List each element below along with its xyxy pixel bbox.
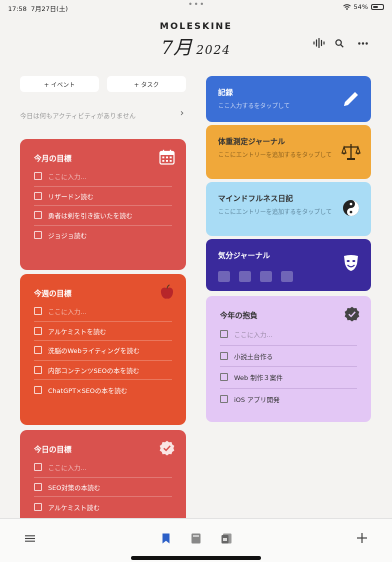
- mask-icon: [344, 255, 358, 271]
- weight-title: 体重測定ジャーナル: [218, 137, 286, 146]
- chart-icon: [281, 271, 293, 282]
- goal-item[interactable]: アルケミストを読む: [34, 322, 172, 341]
- notebook-icon[interactable]: [219, 531, 233, 545]
- goal-input-row[interactable]: ここに入力...: [34, 302, 172, 322]
- activity-row[interactable]: 今日は何もアクティビティがありません ›: [20, 108, 186, 120]
- bottom-toolbar: [0, 518, 392, 562]
- goal-input-row[interactable]: ここに入力...: [220, 324, 357, 346]
- goal-input-row[interactable]: ここに入力...: [34, 458, 172, 478]
- week-goal-card[interactable]: 今週の目標 ここに入力... アルケミストを読む 洗脳のWebライティングを読む…: [20, 274, 186, 425]
- menu-icon[interactable]: [23, 531, 37, 545]
- checkbox[interactable]: [34, 463, 42, 472]
- checkbox[interactable]: [220, 330, 228, 339]
- chevron-right-icon: ›: [180, 108, 184, 119]
- battery-icon: [371, 4, 384, 10]
- bookmark-icon[interactable]: [159, 531, 173, 545]
- goal-item[interactable]: 小説土台作る: [220, 346, 357, 367]
- status-bar: 17:58 7月27日(土) ••• 54%: [0, 0, 392, 14]
- status-right: 54%: [342, 3, 384, 11]
- goal-input-row[interactable]: ここに入力...: [34, 167, 172, 187]
- add-task-button[interactable]: + タスク: [107, 76, 186, 92]
- record-journal-card[interactable]: 記録 ここ入力するをタップして: [206, 76, 371, 122]
- mindful-title: マインドフルネス日記: [218, 194, 293, 203]
- goal-item[interactable]: ChatGPT×SEOの本を読む: [34, 380, 172, 400]
- more-icon[interactable]: [356, 36, 370, 50]
- mood-journal-card[interactable]: 気分ジャーナル: [206, 239, 371, 291]
- goal-item[interactable]: SEO対策の本読む: [34, 478, 172, 497]
- checkbox[interactable]: [220, 395, 228, 404]
- checkbox[interactable]: [220, 351, 228, 360]
- record-subtitle: ここ入力するをタップして: [218, 103, 290, 110]
- search-icon[interactable]: [332, 36, 346, 50]
- check-badge-icon: [159, 440, 175, 456]
- day-goal-card[interactable]: 今日の目標 ここに入力... SEO対策の本読む アルケミスト読む: [20, 430, 186, 526]
- checkbox[interactable]: [34, 502, 42, 511]
- checkbox[interactable]: [34, 191, 42, 200]
- checkbox[interactable]: [34, 172, 42, 181]
- activity-text: 今日は何もアクティビティがありません: [20, 112, 136, 120]
- checkbox[interactable]: [34, 211, 42, 220]
- record-title: 記録: [218, 88, 233, 97]
- year-goal-title: 今年の抱負: [220, 311, 258, 320]
- weight-subtitle: ここにエントリーを追加するをタップして: [218, 152, 332, 159]
- check-badge-icon: [344, 306, 360, 322]
- brand-logo: MOLESKINE: [159, 22, 233, 32]
- week-goal-title: 今週の目標: [34, 289, 72, 298]
- year-label: 2024: [196, 43, 231, 57]
- multitask-dots[interactable]: •••: [188, 0, 205, 9]
- goal-item[interactable]: アルケミスト読む: [34, 497, 172, 517]
- heart-icon: [218, 271, 230, 282]
- wifi-icon: [342, 4, 351, 10]
- checkbox[interactable]: [34, 307, 42, 316]
- add-icon[interactable]: [355, 531, 369, 545]
- battery-percent: 54%: [353, 3, 368, 11]
- month-goal-card[interactable]: 今月の目標 ここに入力... リザードン読む 勇者は剣を引き抜いたを読む ジョジ…: [20, 139, 186, 270]
- add-event-button[interactable]: + イベント: [20, 76, 99, 92]
- month-label: 7月: [161, 37, 193, 59]
- mindfulness-journal-card[interactable]: マインドフルネス日記 ここにエントリーを追加するをタップして: [206, 182, 371, 236]
- year-goal-card[interactable]: 今年の抱負 ここに入力... 小説土台作る Web 制作３案件 iOS アプリ開…: [206, 296, 371, 422]
- mood-stats: [218, 271, 359, 282]
- month-goal-title: 今月の目標: [34, 154, 72, 163]
- home-indicator[interactable]: [131, 556, 261, 560]
- checkbox[interactable]: [220, 373, 228, 382]
- goal-item[interactable]: リザードン読む: [34, 187, 172, 206]
- mood-title: 気分ジャーナル: [218, 251, 271, 260]
- goal-item[interactable]: ジョジョ読む: [34, 226, 172, 246]
- mindful-subtitle: ここにエントリーを追加するをタップして: [218, 209, 332, 216]
- grid-icon: [239, 271, 251, 282]
- pen-icon: [344, 92, 358, 106]
- badge-icon: [260, 271, 272, 282]
- status-time: 17:58 7月27日(土): [8, 5, 68, 13]
- goal-item[interactable]: 内部コンテンツSEOの本を読む: [34, 361, 172, 380]
- weight-journal-card[interactable]: 体重測定ジャーナル ここにエントリーを追加するをタップして: [206, 125, 371, 179]
- checkbox[interactable]: [34, 346, 42, 355]
- checkbox[interactable]: [34, 231, 42, 240]
- apple-icon: [160, 284, 174, 299]
- checkbox[interactable]: [34, 365, 42, 374]
- scale-icon: [341, 144, 361, 160]
- book-icon[interactable]: [189, 531, 203, 545]
- header: MOLESKINE 7月 2024: [0, 16, 392, 66]
- goal-item[interactable]: 勇者は剣を引き抜いたを読む: [34, 206, 172, 226]
- day-goal-title: 今日の目標: [34, 445, 72, 454]
- calendar-icon: [159, 149, 175, 165]
- checkbox[interactable]: [34, 385, 42, 394]
- goal-item[interactable]: 洗脳のWebライティングを読む: [34, 341, 172, 361]
- goal-item[interactable]: Web 制作３案件: [220, 367, 357, 389]
- yin-yang-icon: [343, 200, 359, 216]
- checkbox[interactable]: [34, 326, 42, 335]
- checkbox[interactable]: [34, 482, 42, 491]
- waveform-icon[interactable]: [312, 36, 326, 50]
- goal-item[interactable]: iOS アプリ開発: [220, 389, 357, 411]
